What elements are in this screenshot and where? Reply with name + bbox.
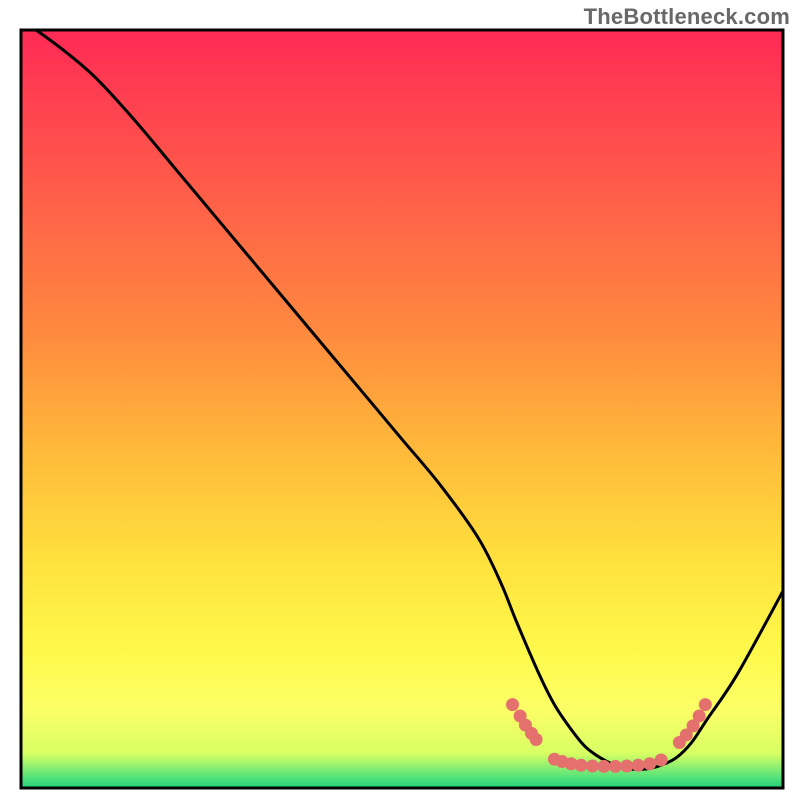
chart-stage: TheBottleneck.com xyxy=(0,0,800,800)
highlight-dot xyxy=(609,760,622,773)
highlight-dot xyxy=(693,709,706,722)
highlight-dot xyxy=(643,757,656,770)
highlight-dot xyxy=(632,759,645,772)
highlight-dot xyxy=(506,698,519,711)
highlight-dot xyxy=(586,760,599,773)
highlight-dot xyxy=(699,698,712,711)
highlight-dot xyxy=(620,760,633,773)
highlight-dot xyxy=(597,760,610,773)
bottleneck-chart xyxy=(0,0,800,800)
highlight-dot xyxy=(530,733,543,746)
highlight-dot xyxy=(575,759,588,772)
gradient-background xyxy=(21,30,783,788)
highlight-dot xyxy=(655,753,668,766)
